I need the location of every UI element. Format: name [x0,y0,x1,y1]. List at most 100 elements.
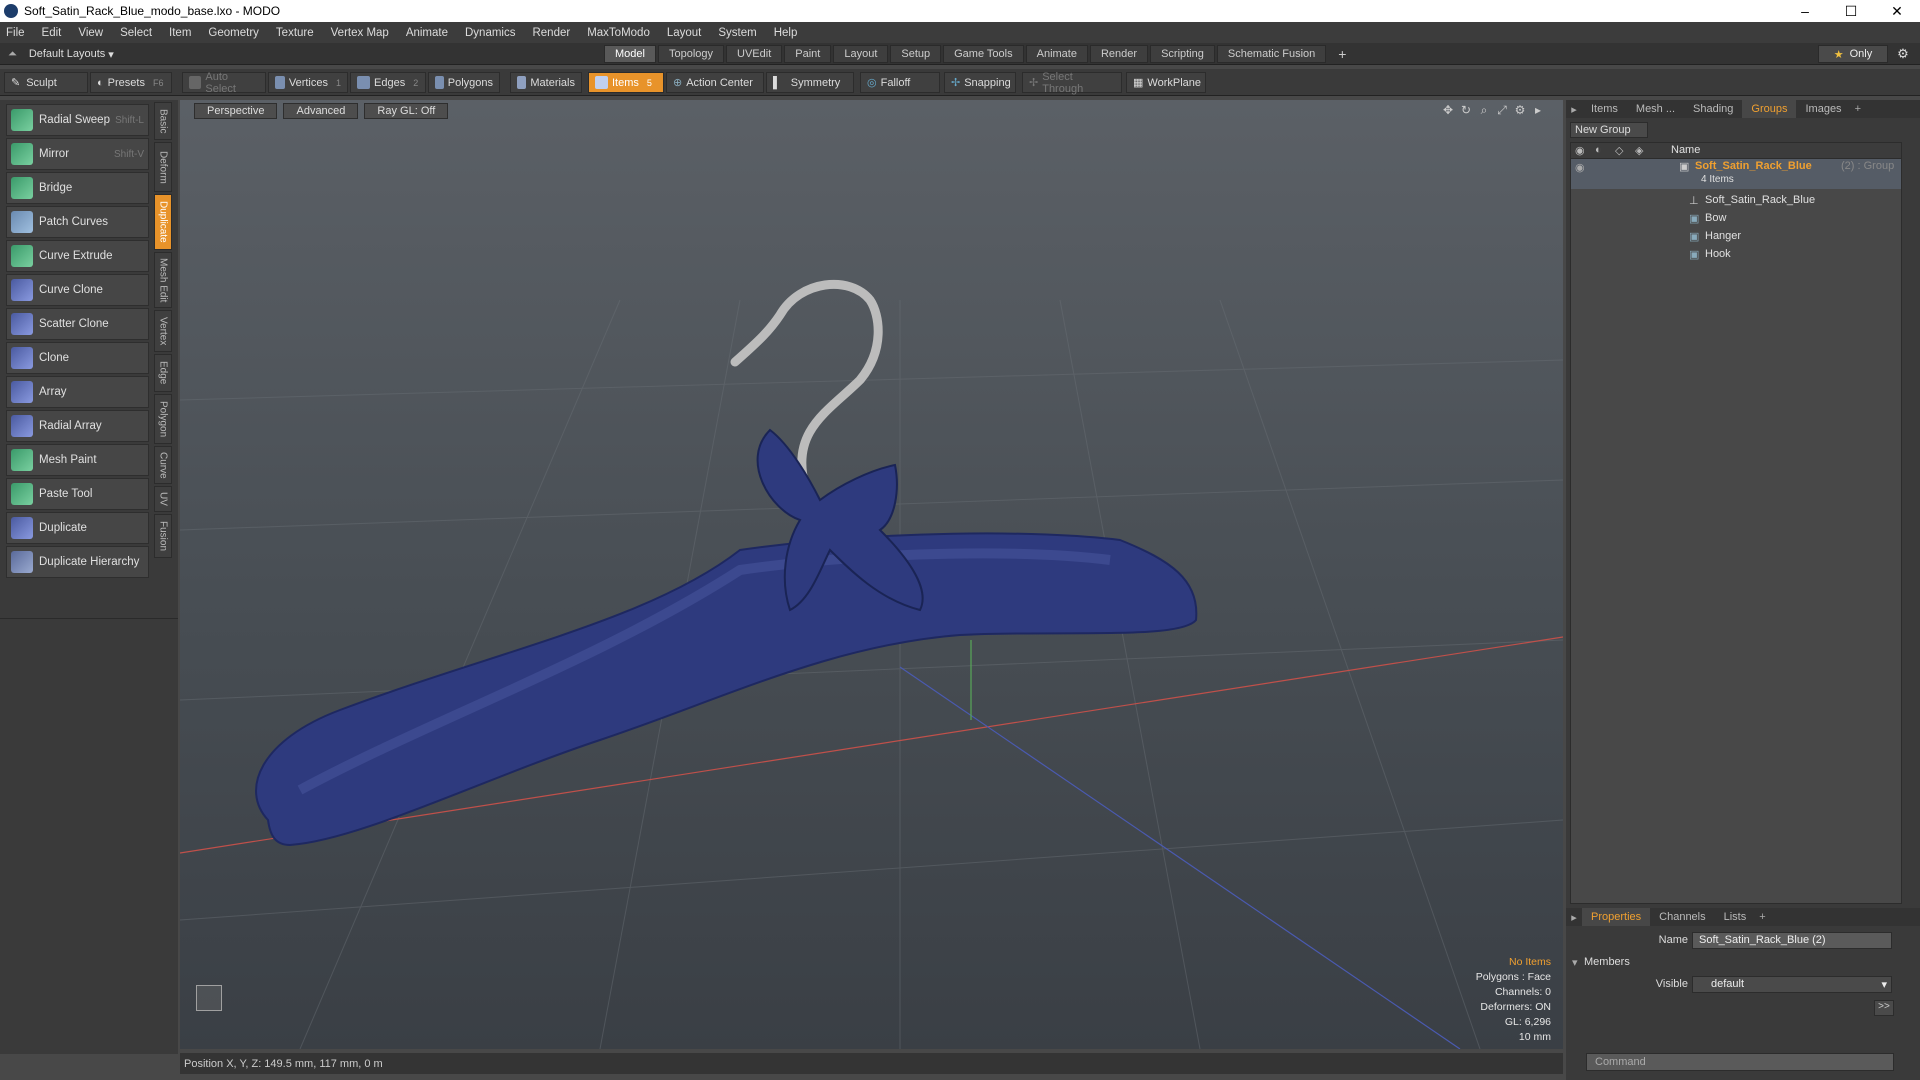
tab-scripting[interactable]: Scripting [1150,45,1215,63]
curve-extrude-button[interactable]: Curve Extrude [6,240,149,272]
tab-animate[interactable]: Animate [1025,45,1088,63]
menu-file[interactable]: File [6,27,25,39]
tab-model[interactable]: Model [604,45,656,63]
symmetry-button[interactable]: ▌ Symmetry [766,72,854,93]
materials-button[interactable]: Materials [510,72,582,93]
clone-button[interactable]: Clone [6,342,149,374]
add-tab-icon[interactable]: + [1855,103,1861,115]
tree-item[interactable]: ▣ Hanger [1571,227,1901,245]
vtab-uv[interactable]: UV [154,486,172,512]
sculpt-button[interactable]: ✎ Sculpt [4,72,88,93]
layout-selector[interactable]: ⏶ Default Layouts ▾ [8,46,114,62]
tab-paint[interactable]: Paint [784,45,832,63]
tab-lists[interactable]: Lists [1715,908,1756,926]
tab-schematic-fusion[interactable]: Schematic Fusion [1216,45,1327,63]
expand-button[interactable]: >> [1874,1000,1894,1016]
command-input[interactable]: Command [1586,1053,1894,1071]
tab-images[interactable]: Images [1796,100,1850,118]
raygl-tab[interactable]: Ray GL: Off [364,103,449,119]
tree-item[interactable]: ▣ Bow [1571,209,1901,227]
perspective-tab[interactable]: Perspective [194,103,278,119]
fit-icon[interactable]: ⤢ [1493,103,1511,118]
tab-properties[interactable]: Properties [1582,908,1651,926]
patch-curves-button[interactable]: Patch Curves [6,206,149,238]
menu-help[interactable]: Help [774,27,798,39]
menu-select[interactable]: Select [120,27,152,39]
presets-button[interactable]: ◐ Presets F6 [90,72,172,93]
tab-shading[interactable]: Shading [1684,100,1742,118]
vtab-polygon[interactable]: Polygon [154,394,172,444]
add-tab-icon[interactable]: + [1759,911,1765,923]
rotate-icon[interactable]: ↻ [1457,103,1475,118]
mirror-button[interactable]: Mirror Shift-V [6,138,149,170]
pan-icon[interactable]: ✥ [1439,103,1457,118]
auto-select-button[interactable]: Auto Select [182,71,266,95]
panel-menu-icon[interactable]: ▸ [1566,911,1582,924]
menu-view[interactable]: View [78,27,103,39]
falloff-button[interactable]: ◎ Falloff [860,72,940,93]
menu-geometry[interactable]: Geometry [208,27,259,39]
workplane-button[interactable]: ▦ WorkPlane [1126,72,1206,93]
tab-game-tools[interactable]: Game Tools [943,45,1024,63]
action-center-button[interactable]: ⊕ Action Center [666,72,764,93]
duplicate-button[interactable]: Duplicate [6,512,149,544]
zoom-icon[interactable]: ⌕ [1475,103,1493,118]
advanced-tab[interactable]: Advanced [283,103,359,119]
menu-edit[interactable]: Edit [42,27,62,39]
tree-item[interactable]: ▣ Hook [1571,245,1901,263]
tab-render[interactable]: Render [1089,45,1149,63]
tab-mesh[interactable]: Mesh ... [1627,100,1684,118]
new-group-button[interactable]: New Group [1570,122,1648,138]
select-through-button[interactable]: ✢ Select Through [1022,71,1122,95]
menu-texture[interactable]: Texture [276,27,314,39]
scatter-clone-button[interactable]: Scatter Clone [6,308,149,340]
bridge-button[interactable]: Bridge [6,172,149,204]
polygons-button[interactable]: Polygons [428,72,500,93]
panel-menu-icon[interactable]: ▸ [1566,103,1582,116]
vtab-deform[interactable]: Deform [154,142,172,192]
tab-topology[interactable]: Topology [657,45,725,63]
members-row[interactable]: ▾ Members [1566,952,1920,972]
edges-button[interactable]: Edges 2 [350,72,426,93]
vtab-curve[interactable]: Curve [154,446,172,484]
array-button[interactable]: Array [6,376,149,408]
group-row[interactable]: ◉ ▣ Soft_Satin_Rack_Blue (2) : Group 4 I… [1571,159,1901,189]
mesh-paint-button[interactable]: Mesh Paint [6,444,149,476]
vtab-mesh-edit[interactable]: Mesh Edit [154,252,172,308]
gear-icon[interactable]: ⚙ [1894,45,1912,63]
curve-clone-button[interactable]: Curve Clone [6,274,149,306]
only-button[interactable]: ★ Only [1818,45,1888,63]
vtab-basic[interactable]: Basic [154,102,172,140]
vtab-fusion[interactable]: Fusion [154,514,172,558]
tab-items[interactable]: Items [1582,100,1627,118]
visibility-eye-icon[interactable]: ◉ [1575,161,1585,174]
vtab-vertex[interactable]: Vertex [154,310,172,352]
radial-sweep-button[interactable]: Radial Sweep Shift-L [6,104,149,136]
tab-setup[interactable]: Setup [890,45,942,63]
menu-dynamics[interactable]: Dynamics [465,27,515,39]
tab-uvedit[interactable]: UVEdit [726,45,783,63]
maximize-icon[interactable]: ☐ [1828,0,1874,22]
tab-layout[interactable]: Layout [833,45,889,63]
menu-item[interactable]: Item [169,27,191,39]
vertices-button[interactable]: Vertices 1 [268,72,348,93]
name-field[interactable]: Soft_Satin_Rack_Blue (2) [1692,931,1892,949]
vtab-duplicate[interactable]: Duplicate [154,194,172,250]
menu-animate[interactable]: Animate [406,27,448,39]
3d-viewport[interactable]: Perspective Advanced Ray GL: Off ✥ ↻ ⌕ ⤢… [180,100,1563,1049]
viewport-arrow-icon[interactable]: ▸ [1529,103,1547,118]
minimize-icon[interactable]: – [1782,0,1828,22]
close-icon[interactable]: ✕ [1874,0,1920,22]
tree-item[interactable]: ⊥ Soft_Satin_Rack_Blue [1571,191,1901,209]
menu-vertex-map[interactable]: Vertex Map [331,27,389,39]
tab-channels[interactable]: Channels [1650,908,1714,926]
duplicate-hierarchy-button[interactable]: Duplicate Hierarchy [6,546,149,578]
viewport-gear-icon[interactable]: ⚙ [1511,103,1529,118]
vtab-edge[interactable]: Edge [154,354,172,392]
menu-render[interactable]: Render [532,27,570,39]
items-button[interactable]: Items 5 [588,72,664,93]
radial-array-button[interactable]: Radial Array [6,410,149,442]
menu-layout[interactable]: Layout [667,27,702,39]
tab-groups[interactable]: Groups [1742,100,1797,118]
menu-system[interactable]: System [718,27,756,39]
